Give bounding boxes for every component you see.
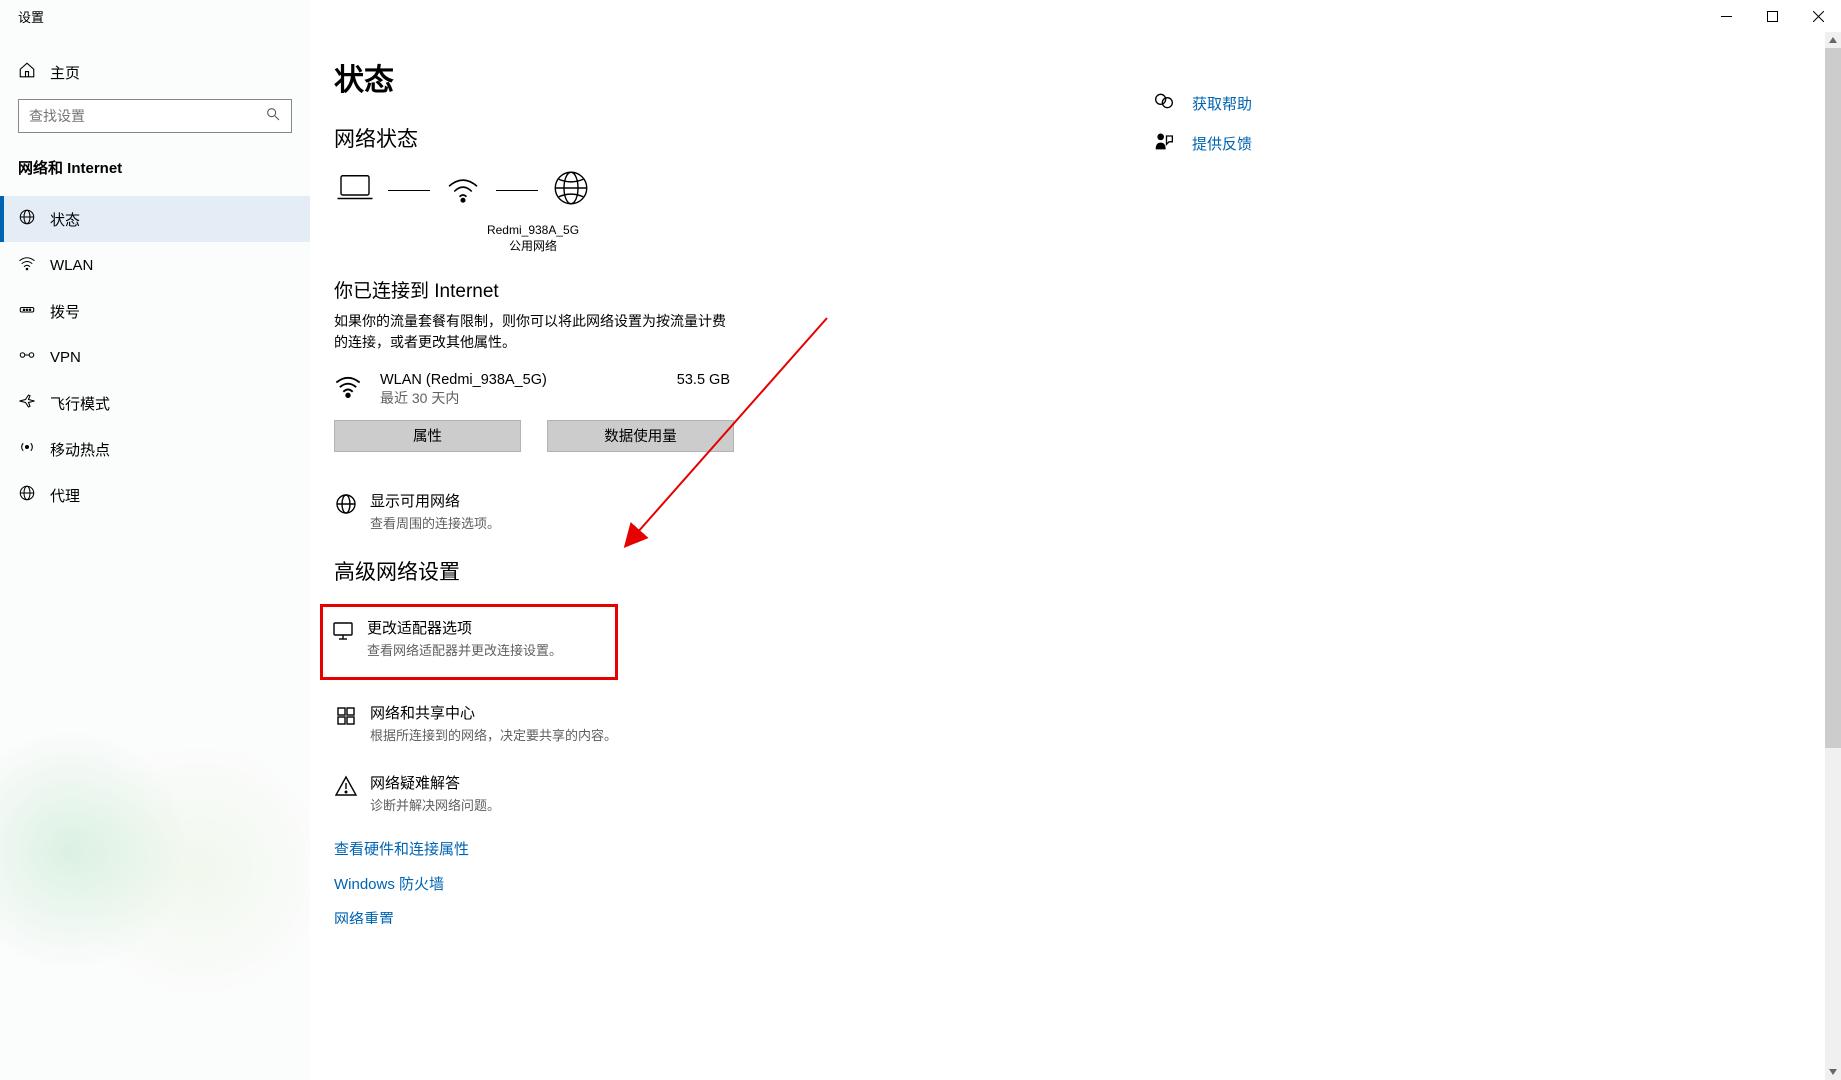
sharing-icon [334,702,370,733]
airplane-icon [18,392,36,414]
sidebar-nav: 状态 WLAN 拨号 VPN [0,196,310,518]
app-title: 设置 [0,7,44,26]
connection-usage: 53.5 GB [664,372,734,388]
maximize-button[interactable] [1749,0,1795,32]
close-button[interactable] [1795,0,1841,32]
sidebar-item-wlan[interactable]: WLAN [0,242,310,288]
sidebar-item-dialup[interactable]: 拨号 [0,288,310,334]
sidebar-section-title: 网络和 Internet [0,147,310,188]
warning-icon [334,772,370,803]
sidebar-item-airplane[interactable]: 飞行模式 [0,380,310,426]
window-controls [1703,0,1841,32]
show-networks-desc: 查看周围的连接选项。 [370,513,500,532]
firewall-link[interactable]: Windows 防火墙 [334,873,1154,894]
scroll-thumb[interactable] [1825,48,1841,748]
feedback-link[interactable]: 提供反馈 [1154,131,1434,155]
sidebar-item-label: VPN [50,349,81,366]
troubleshoot-desc: 诊断并解决网络问题。 [370,795,500,814]
home-icon [18,61,36,83]
connection-name: WLAN (Redmi_938A_5G) [380,372,664,388]
data-usage-button[interactable]: 数据使用量 [547,420,734,452]
search-container [0,94,310,147]
topology-line [496,190,538,192]
adapter-options[interactable]: 更改适配器选项 查看网络适配器并更改连接设置。 [331,613,609,663]
search-input[interactable] [18,99,292,133]
sidebar: 主页 网络和 Internet 状态 WLAN [0,0,310,1080]
globe-icon [550,167,592,214]
scroll-up-button[interactable] [1825,32,1841,48]
highlighted-adapter-option: 更改适配器选项 查看网络适配器并更改连接设置。 [320,604,618,680]
troubleshoot-title: 网络疑难解答 [370,772,500,793]
wifi-signal-icon [442,167,484,214]
page-title: 状态 [334,55,1154,99]
topology-captions: Redmi_938A_5G 公用网络 [388,222,678,254]
get-help-link[interactable]: 获取帮助 [1154,91,1434,115]
connection-period: 最近 30 天内 [380,388,664,408]
hotspot-icon [18,438,36,460]
search-icon [255,106,291,127]
network-status-header: 网络状态 [334,123,1154,153]
app-root: 设置 主页 [0,0,1841,1080]
show-networks-option[interactable]: 显示可用网络 查看周围的连接选项。 [334,486,1154,536]
network-reset-link[interactable]: 网络重置 [334,908,394,924]
adapter-title: 更改适配器选项 [367,617,562,638]
scroll-down-button[interactable] [1825,1064,1841,1080]
topology-ssid: Redmi_938A_5G [388,222,678,238]
sidebar-item-hotspot[interactable]: 移动热点 [0,426,310,472]
vertical-scrollbar[interactable] [1825,32,1841,1080]
connection-buttons: 属性 数据使用量 [334,420,734,452]
show-networks-icon [334,490,370,521]
feedback-icon [1154,131,1174,155]
aside-panel: 获取帮助 提供反馈 [1154,55,1434,1040]
sharing-center-option[interactable]: 网络和共享中心 根据所连接到的网络，决定要共享的内容。 [334,698,1154,748]
connection-info: WLAN (Redmi_938A_5G) 最近 30 天内 [380,372,664,408]
advanced-header: 高级网络设置 [334,556,1154,586]
home-button[interactable]: 主页 [0,50,310,94]
show-networks-title: 显示可用网络 [370,490,500,511]
sidebar-item-label: 移动热点 [50,439,110,460]
topology-network-type: 公用网络 [388,238,678,254]
get-help-label: 获取帮助 [1192,93,1252,114]
sidebar-item-proxy[interactable]: 代理 [0,472,310,518]
sidebar-item-label: 状态 [50,209,80,230]
search-field[interactable] [19,108,255,124]
feedback-label: 提供反馈 [1192,133,1252,154]
troubleshoot-option[interactable]: 网络疑难解答 诊断并解决网络问题。 [334,768,1154,818]
topology-line [388,190,430,192]
minimize-button[interactable] [1703,0,1749,32]
hardware-link[interactable]: 查看硬件和连接属性 [334,838,1154,859]
content-column: 状态 网络状态 Redmi_938A_5G 公用网络 你已连接到 Inte [334,55,1154,1040]
properties-button[interactable]: 属性 [334,420,521,452]
help-icon [1154,91,1174,115]
connection-row: WLAN (Redmi_938A_5G) 最近 30 天内 53.5 GB [334,372,734,408]
sidebar-item-label: 拨号 [50,301,80,322]
connection-wifi-icon [334,372,380,405]
sidebar-item-label: 代理 [50,485,80,506]
dialup-icon [18,300,36,322]
main-content: 状态 网络状态 Redmi_938A_5G 公用网络 你已连接到 Inte [310,0,1841,1080]
sharing-desc: 根据所连接到的网络，决定要共享的内容。 [370,725,617,744]
adapter-desc: 查看网络适配器并更改连接设置。 [367,640,562,659]
home-label: 主页 [50,62,80,83]
sharing-title: 网络和共享中心 [370,702,617,723]
proxy-icon [18,484,36,506]
laptop-icon [334,167,376,214]
vpn-icon [18,346,36,368]
title-bar: 设置 [0,0,1841,32]
sidebar-item-status[interactable]: 状态 [0,196,310,242]
sidebar-item-label: WLAN [50,257,93,274]
connected-title: 你已连接到 Internet [334,276,1154,303]
status-icon [18,208,36,230]
sidebar-item-label: 飞行模式 [50,393,110,414]
connected-description: 如果你的流量套餐有限制，则你可以将此网络设置为按流量计费的连接，或者更改其他属性… [334,311,734,352]
monitor-icon [331,617,367,648]
wifi-icon [18,254,36,276]
network-topology [334,167,1154,214]
sidebar-item-vpn[interactable]: VPN [0,334,310,380]
